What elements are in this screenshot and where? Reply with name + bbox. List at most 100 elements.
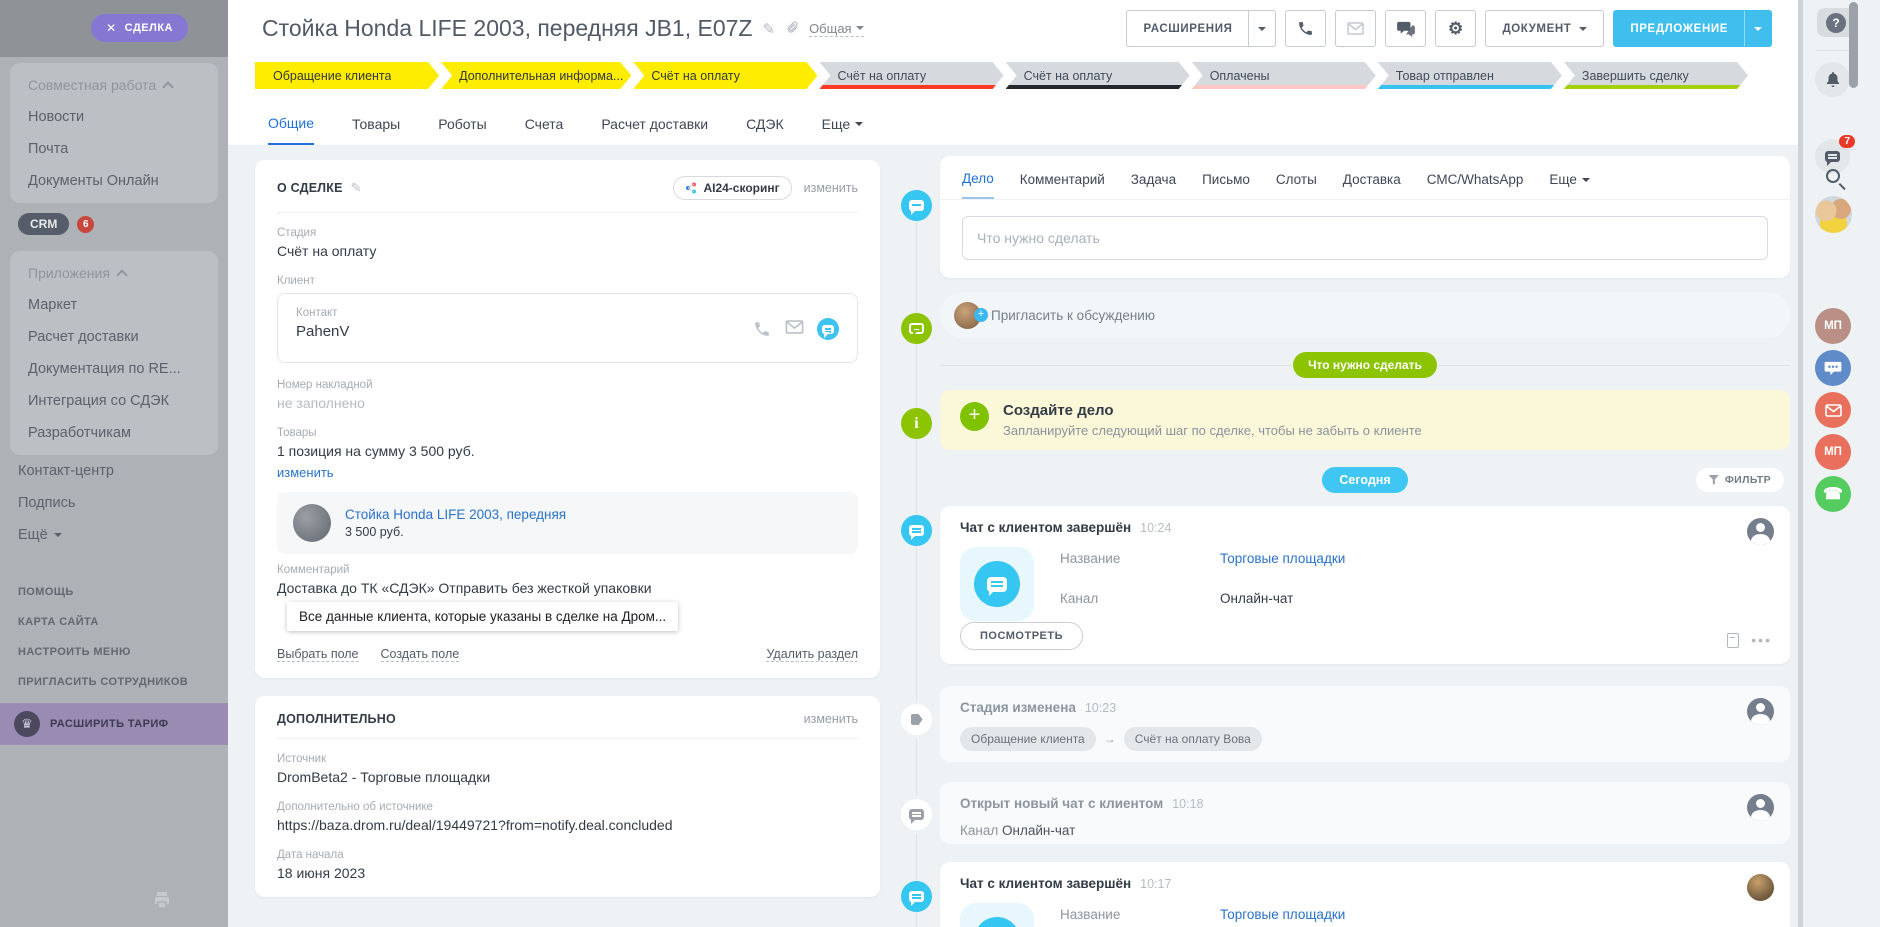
- stage-item[interactable]: Счёт на оплату: [633, 62, 817, 89]
- todo-input[interactable]: [962, 216, 1768, 260]
- activity-tab-delivery[interactable]: Доставка: [1343, 171, 1401, 199]
- user-avatar-icon[interactable]: [1747, 794, 1774, 821]
- sidebar-item-cdek-integration[interactable]: Интеграция со СДЭК: [10, 385, 218, 417]
- stage-item[interactable]: Дополнительная информа...: [441, 62, 631, 89]
- recent-user-1[interactable]: МП: [1815, 308, 1851, 344]
- sidebar-group-collab-header[interactable]: Совместная работа: [10, 69, 218, 101]
- sidebar-item-market[interactable]: Маркет: [10, 289, 218, 321]
- proposal-button[interactable]: ПРЕДЛОЖЕНИЕ: [1613, 10, 1744, 47]
- tab-cdek[interactable]: СДЭК: [746, 100, 784, 145]
- chat-button[interactable]: [1385, 10, 1426, 47]
- user-avatar[interactable]: [1747, 874, 1774, 901]
- edit-deal-link[interactable]: изменить: [804, 181, 858, 195]
- add-activity-button[interactable]: +: [960, 402, 989, 431]
- invite-to-discussion[interactable]: + Пригласить к обсуждению: [940, 292, 1790, 338]
- tab-products[interactable]: Товары: [352, 100, 400, 145]
- sidebar-item-signature[interactable]: Подпись: [0, 487, 228, 519]
- funnel-category-selector[interactable]: Общая: [809, 21, 864, 37]
- footer-link-configure-menu[interactable]: НАСТРОИТЬ МЕНЮ: [0, 637, 228, 667]
- recent-user-2[interactable]: МП: [1815, 434, 1851, 470]
- stage-item[interactable]: Счёт на оплату: [819, 62, 1003, 89]
- chat-name-link[interactable]: Торговые площадки: [1220, 907, 1345, 927]
- today-pill[interactable]: Сегодня: [1322, 467, 1407, 493]
- product-row[interactable]: Стойка Honda LIFE 2003, передняя 3 500 р…: [277, 492, 858, 554]
- ai-scoring-button[interactable]: AI24-скоринг: [673, 176, 791, 200]
- stage-item[interactable]: Оплачены: [1192, 62, 1376, 89]
- activity-tab-comment[interactable]: Комментарий: [1020, 171, 1105, 199]
- stage-item[interactable]: Товар отправлен: [1378, 62, 1562, 89]
- edit-section-icon[interactable]: ✎: [351, 180, 362, 196]
- recent-group-chat[interactable]: [1815, 350, 1851, 386]
- activity-tab-task[interactable]: Задача: [1131, 171, 1176, 199]
- email-contact-icon[interactable]: [785, 320, 803, 338]
- search-button[interactable]: [1815, 158, 1850, 193]
- extensions-button[interactable]: РАСШИРЕНИЯ: [1126, 10, 1248, 47]
- stage-to-pill: Счёт на оплату Вова: [1124, 727, 1262, 751]
- activity-tab-slots[interactable]: Слоты: [1276, 171, 1317, 199]
- tab-robots[interactable]: Роботы: [438, 100, 486, 145]
- edit-additional-link[interactable]: изменить: [804, 712, 858, 726]
- sidebar-item-contact-center[interactable]: Контакт-центр: [0, 455, 228, 487]
- document-button[interactable]: ДОКУМЕНТ: [1485, 10, 1604, 47]
- stage-item[interactable]: Обращение клиента: [255, 62, 439, 89]
- pin-note-icon[interactable]: [1727, 633, 1739, 648]
- activity-tab-more[interactable]: Еще: [1549, 171, 1589, 199]
- filter-button[interactable]: ФИЛЬТР: [1696, 468, 1784, 492]
- todo-pill[interactable]: Что нужно сделать: [1293, 352, 1437, 378]
- user-avatar-icon[interactable]: [1747, 518, 1774, 545]
- settings-gear-button[interactable]: ⚙: [1435, 10, 1476, 47]
- view-chat-button[interactable]: ПОСМОТРЕТЬ: [960, 622, 1083, 650]
- crm-pill[interactable]: CRM: [18, 213, 69, 235]
- tab-more[interactable]: Еще: [822, 100, 864, 145]
- open-chat-icon[interactable]: [817, 318, 839, 340]
- sidebar-item-more[interactable]: Ещё: [0, 519, 228, 551]
- arrow-right-icon: →: [1104, 732, 1116, 746]
- footer-link-sitemap[interactable]: КАРТА САЙТА: [0, 607, 228, 637]
- notifications-bell-button[interactable]: [1815, 62, 1850, 97]
- tab-invoices[interactable]: Счета: [525, 100, 564, 145]
- profile-avatar[interactable]: [1815, 196, 1852, 233]
- product-name-link[interactable]: Стойка Honda LIFE 2003, передняя: [345, 507, 566, 522]
- edit-title-icon[interactable]: ✎: [762, 20, 775, 38]
- contact-card[interactable]: Контакт PahenV: [277, 293, 858, 363]
- sidebar-item-developers[interactable]: Разработчикам: [10, 417, 218, 449]
- sidebar-item-delivery-calc[interactable]: Расчет доставки: [10, 321, 218, 353]
- recent-whatsapp[interactable]: ☎: [1815, 476, 1851, 512]
- user-avatar-icon[interactable]: [1747, 698, 1774, 725]
- select-field-link[interactable]: Выбрать поле: [277, 647, 359, 662]
- edit-products-link[interactable]: изменить: [277, 465, 858, 480]
- sidebar-item-news[interactable]: Новости: [10, 101, 218, 133]
- activity-tab-deal[interactable]: Дело: [962, 171, 994, 199]
- page-scrollbar-thumb[interactable]: [1849, 2, 1858, 88]
- sidebar-item-mail[interactable]: Почта: [10, 133, 218, 165]
- paperclip-icon[interactable]: [785, 20, 799, 38]
- upgrade-tariff-button[interactable]: ♛ РАСШИРИТЬ ТАРИФ: [0, 703, 228, 745]
- more-actions-icon[interactable]: •••: [1751, 632, 1772, 648]
- tab-general[interactable]: Общие: [268, 100, 314, 145]
- sidebar-item-re-docs[interactable]: Документация по RE...: [10, 353, 218, 385]
- printer-icon[interactable]: [152, 890, 172, 915]
- delete-section-link[interactable]: Удалить раздел: [766, 647, 858, 662]
- activity-tab-sms-whatsapp[interactable]: СМС/WhatsApp: [1427, 171, 1524, 199]
- deal-slider-chip[interactable]: ✕ СДЕЛКА: [91, 14, 188, 42]
- stage-item[interactable]: Счёт на оплату: [1006, 62, 1190, 89]
- footer-link-help[interactable]: ПОМОЩЬ: [0, 577, 228, 607]
- call-button[interactable]: [1285, 10, 1326, 47]
- sidebar-item-crm[interactable]: CRM 6: [0, 203, 228, 245]
- create-field-link[interactable]: Создать поле: [381, 647, 460, 662]
- sidebar-group-apps-header[interactable]: Приложения: [10, 257, 218, 289]
- proposal-dropdown-button[interactable]: [1744, 10, 1772, 47]
- recent-email[interactable]: [1815, 392, 1851, 428]
- email-button[interactable]: [1335, 10, 1376, 47]
- footer-link-invite-employees[interactable]: ПРИГЛАСИТЬ СОТРУДНИКОВ: [0, 667, 228, 697]
- extensions-dropdown-button[interactable]: [1248, 10, 1276, 47]
- close-icon[interactable]: ✕: [106, 21, 117, 35]
- header-actions: РАСШИРЕНИЯ ⚙ ДОКУМЕНТ: [1126, 10, 1772, 47]
- sidebar-item-docs-online[interactable]: Документы Онлайн: [10, 165, 218, 197]
- chat-name-link[interactable]: Торговые площадки: [1220, 551, 1345, 582]
- call-contact-icon[interactable]: [753, 320, 771, 338]
- activity-tab-letter[interactable]: Письмо: [1202, 171, 1250, 199]
- create-activity-title[interactable]: Создайте дело: [1003, 402, 1422, 419]
- tab-delivery-calc[interactable]: Расчет доставки: [601, 100, 708, 145]
- stage-item[interactable]: Завершить сделку: [1564, 62, 1748, 89]
